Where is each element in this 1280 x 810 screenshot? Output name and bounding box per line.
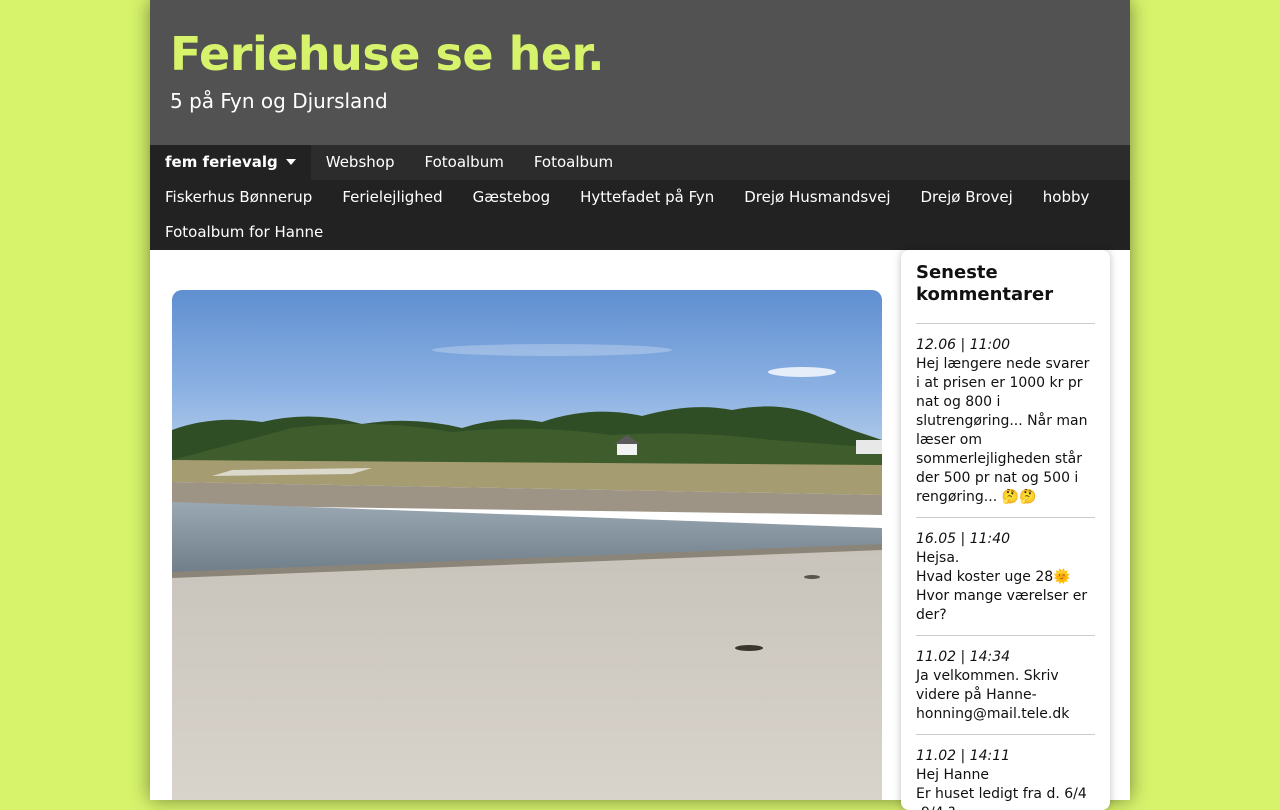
sidebar-latest-comments: Seneste kommentarer 12.06 | 11:00 Hej læ… xyxy=(901,250,1110,810)
site-subtitle: 5 på Fyn og Djursland xyxy=(170,89,388,113)
nav-item-fem-ferievalg[interactable]: fem ferievalg xyxy=(150,145,311,180)
site-header: Feriehuse se her. 5 på Fyn og Djursland xyxy=(150,0,1130,145)
comment-text: Hej længere nede svarer i at prisen er 1… xyxy=(916,356,1090,505)
main-navigation: fem ferievalg Webshop Fotoalbum Fotoalbu… xyxy=(150,145,1130,250)
page-wrapper: Feriehuse se her. 5 på Fyn og Djursland … xyxy=(150,0,1130,810)
nav-row-1: fem ferievalg Webshop Fotoalbum Fotoalbu… xyxy=(150,145,1130,180)
comment-text: Hej Hanne Er huset ledigt fra d. 6/4 -9/… xyxy=(916,767,1087,810)
nav-item-ferielejlighed[interactable]: Ferielejlighed xyxy=(327,180,457,215)
nav-item-fotoalbum-2[interactable]: Fotoalbum xyxy=(519,145,628,180)
nav-item-fotoalbum-for-hanne[interactable]: Fotoalbum for Hanne xyxy=(150,215,338,250)
comment-item[interactable]: 16.05 | 11:40 Hejsa. Hvad koster uge 28🌞… xyxy=(916,518,1095,636)
beach-photo[interactable] xyxy=(172,290,882,800)
nav-item-webshop[interactable]: Webshop xyxy=(311,145,410,180)
nav-item-fotoalbum[interactable]: Fotoalbum xyxy=(409,145,518,180)
nav-item-hyttefadet-paa-fyn[interactable]: Hyttefadet på Fyn xyxy=(565,180,729,215)
comment-date: 16.05 | 11:40 xyxy=(916,531,1011,547)
nav-item-fiskerhus-bonnerup[interactable]: Fiskerhus Bønnerup xyxy=(150,180,327,215)
site-title[interactable]: Feriehuse se her. xyxy=(170,28,605,81)
comment-date: 11.02 | 14:34 xyxy=(916,649,1011,665)
nav-item-drejo-brovej[interactable]: Drejø Brovej xyxy=(905,180,1027,215)
comment-text: Hejsa. Hvad koster uge 28🌞 Hvor mange væ… xyxy=(916,550,1088,623)
nav-row-3: Fotoalbum for Hanne xyxy=(150,215,1130,250)
comment-item[interactable]: 11.02 | 14:34 Ja velkommen. Skriv videre… xyxy=(916,636,1095,735)
comment-date: 11.02 | 14:11 xyxy=(916,748,1011,764)
nav-item-label: fem ferievalg xyxy=(165,153,278,171)
nav-item-drejo-husmandsvej[interactable]: Drejø Husmandsvej xyxy=(729,180,905,215)
caret-down-icon xyxy=(285,159,296,165)
nav-item-hobby[interactable]: hobby xyxy=(1028,180,1105,215)
sidebar-title: Seneste kommentarer xyxy=(916,262,1095,324)
nav-item-gaestebog[interactable]: Gæstebog xyxy=(458,180,566,215)
comment-date: 12.06 | 11:00 xyxy=(916,337,1011,353)
beach-photo-image xyxy=(172,290,882,800)
comment-text: Ja velkommen. Skriv videre på Hanne-honn… xyxy=(916,668,1070,722)
comment-item[interactable]: 12.06 | 11:00 Hej længere nede svarer i … xyxy=(916,324,1095,518)
comment-item[interactable]: 11.02 | 14:11 Hej Hanne Er huset ledigt … xyxy=(916,735,1095,810)
nav-row-2: Fiskerhus Bønnerup Ferielejlighed Gæsteb… xyxy=(150,180,1130,215)
